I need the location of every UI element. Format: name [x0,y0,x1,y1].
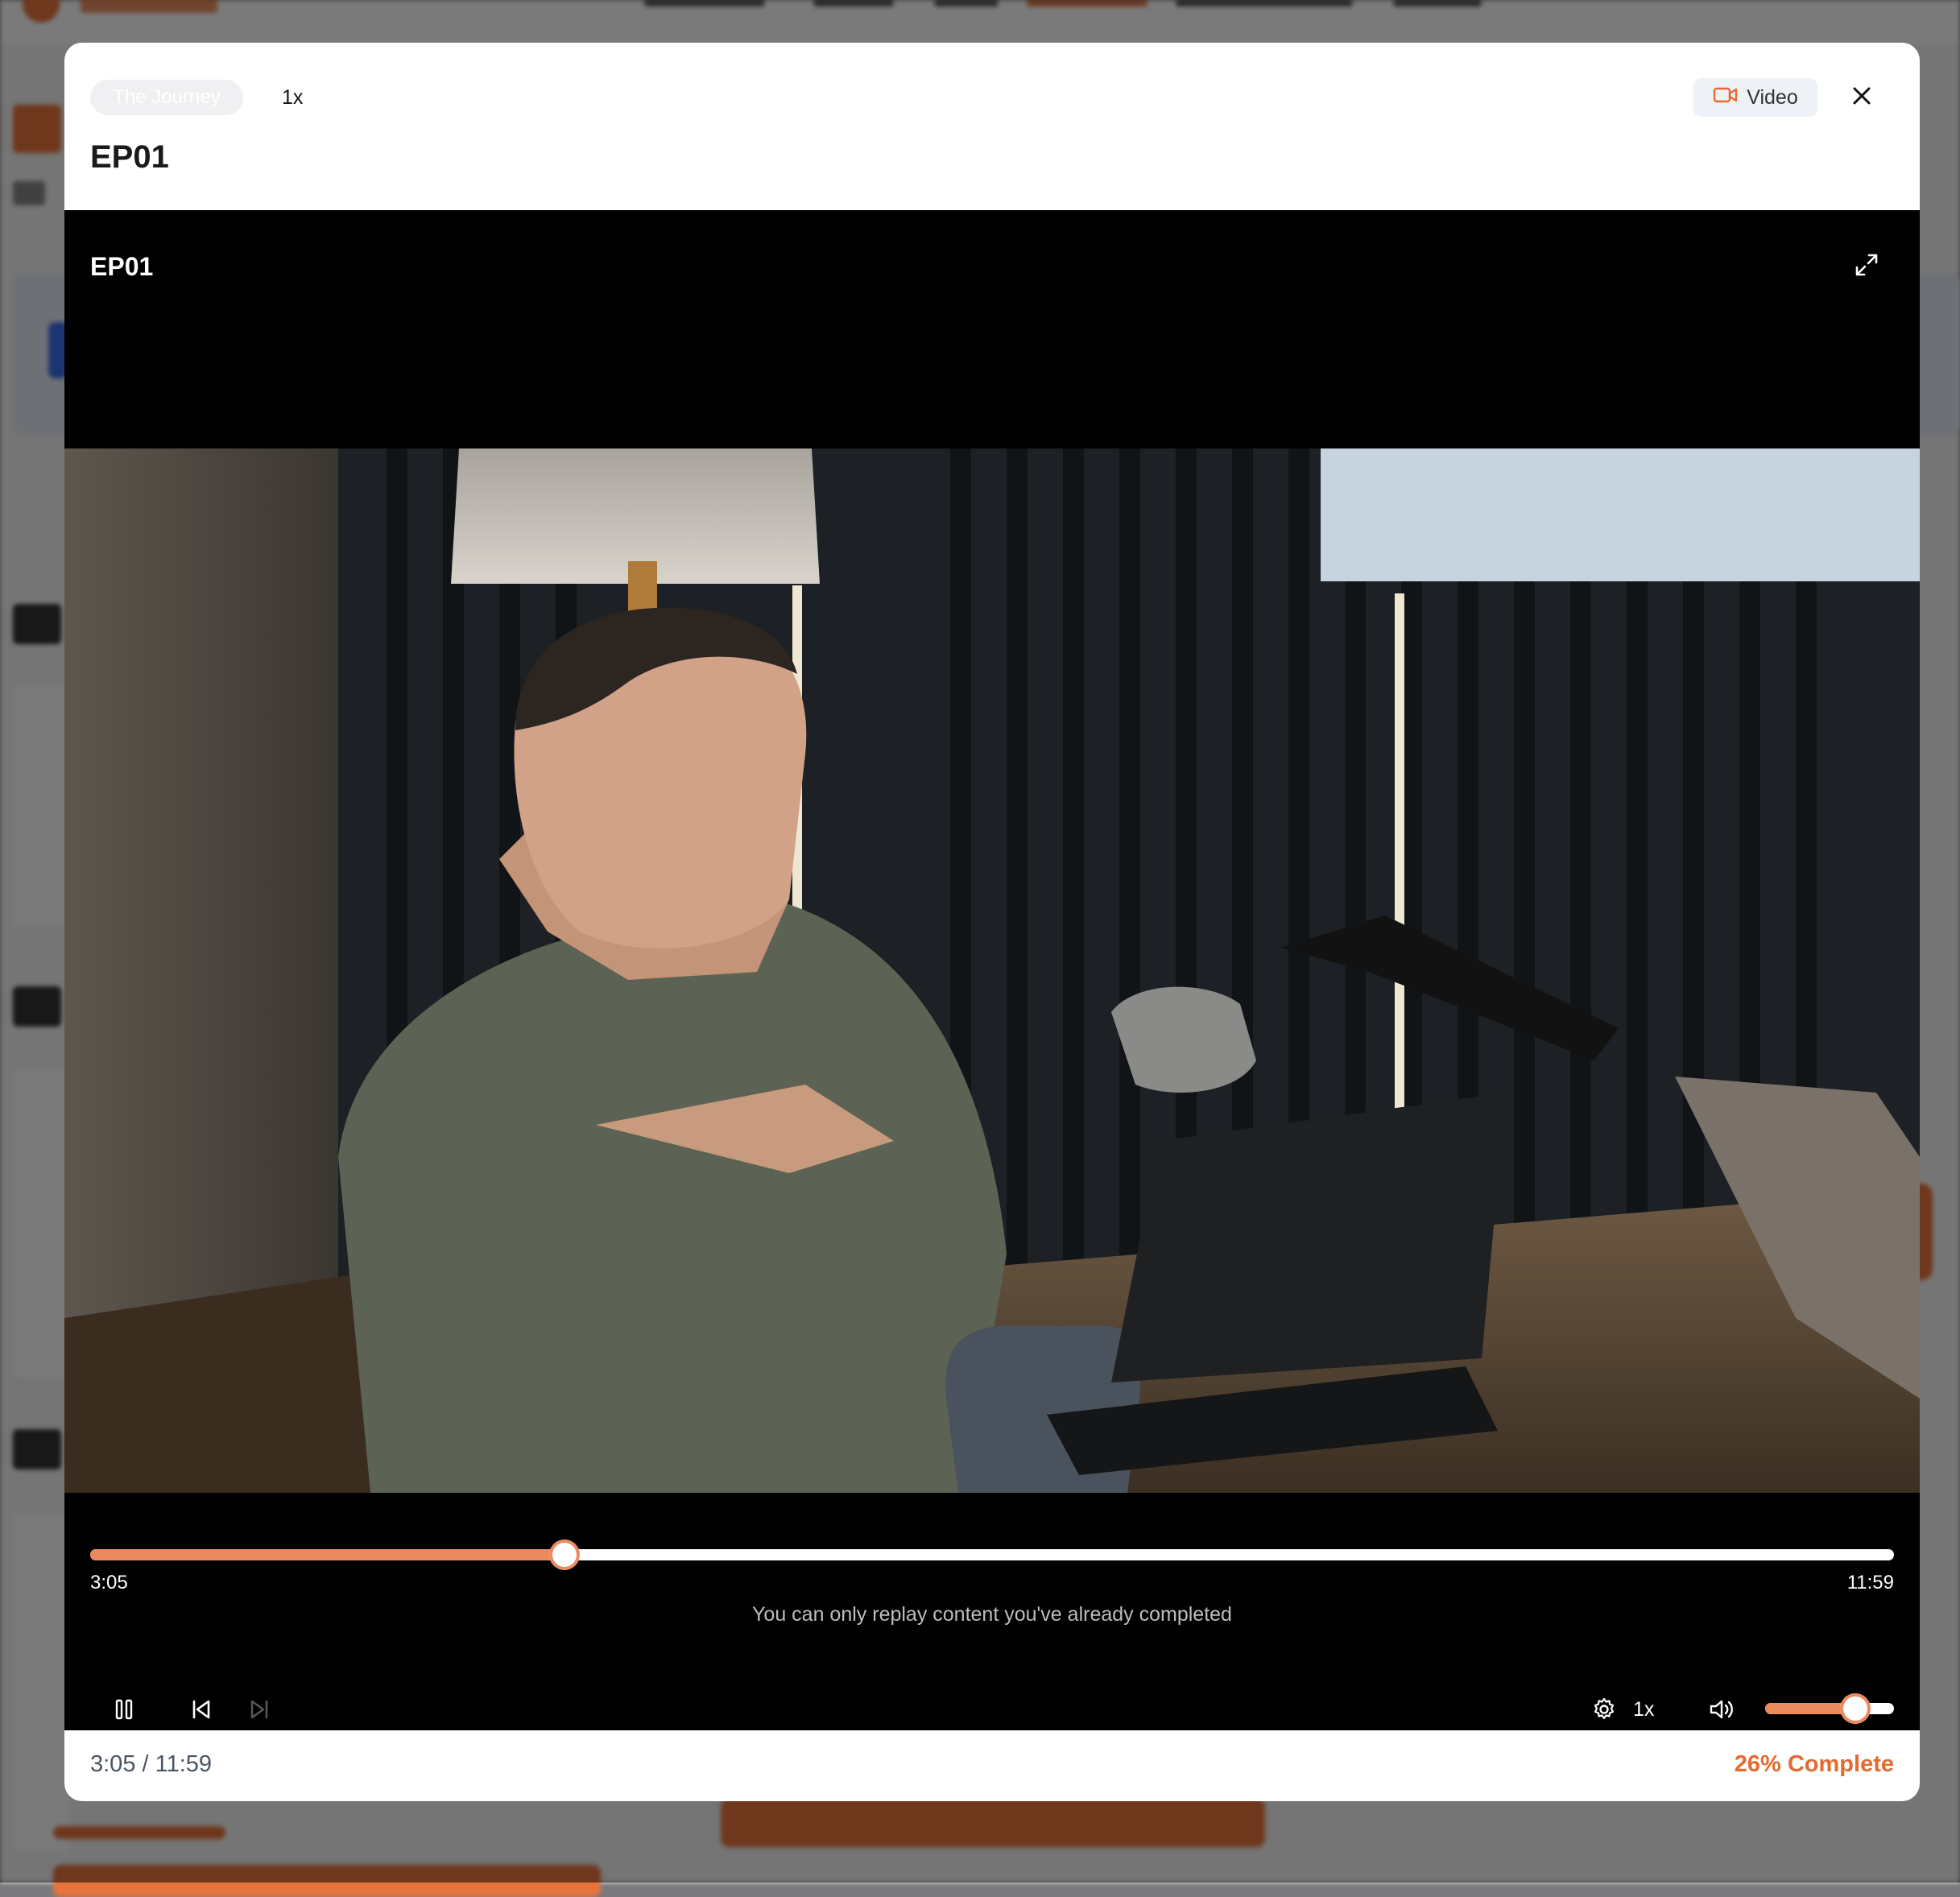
expand-icon [1854,252,1879,282]
player-title: EP01 [90,252,154,281]
close-button[interactable] [1844,80,1879,115]
volume-button[interactable] [1702,1692,1741,1727]
content-type-badge: Video [1693,78,1817,117]
gear-icon [1592,1697,1616,1721]
video-modal: The Journey 1x Video EP01 EP01 3:05 11:5… [64,43,1920,1801]
modal-footer: 3:05 / 11:59 26% Complete [64,1730,1920,1801]
volume-icon [1708,1697,1735,1721]
series-chip: The Journey [90,80,243,115]
content-type-label: Video [1747,85,1798,109]
fullscreen-button[interactable] [1850,250,1883,283]
next-button[interactable] [242,1692,277,1727]
volume-handle[interactable] [1840,1693,1871,1724]
modal-header: The Journey 1x Video EP01 [64,43,1920,210]
skip-back-icon [191,1699,212,1720]
pause-icon [114,1699,134,1720]
pause-button[interactable] [106,1692,142,1727]
progress-fill [90,1549,565,1560]
progress-handle[interactable] [549,1540,581,1570]
close-icon [1852,86,1871,110]
total-time: 11:59 [1846,1572,1894,1593]
previous-button[interactable] [184,1692,219,1727]
volume-slider[interactable] [1765,1693,1894,1724]
skip-forward-icon [249,1699,270,1720]
footer-time-summary: 3:05 / 11:59 [90,1751,213,1777]
settings-button[interactable] [1586,1692,1622,1727]
video-camera-icon [1713,85,1739,110]
completion-label: 26% Complete [1734,1751,1894,1777]
playback-speed-button[interactable]: 1x [1633,1697,1654,1722]
video-frame[interactable] [64,448,1920,1493]
current-time: 3:05 [90,1572,128,1593]
modal-title: EP01 [90,139,169,175]
replay-notice: You can only replay content you've alrea… [752,1603,1232,1626]
header-speed-label: 1x [282,86,304,109]
video-player[interactable]: EP01 3:05 11:59 You can only replay cont… [64,210,1920,1730]
progress-slider[interactable] [90,1540,1894,1570]
